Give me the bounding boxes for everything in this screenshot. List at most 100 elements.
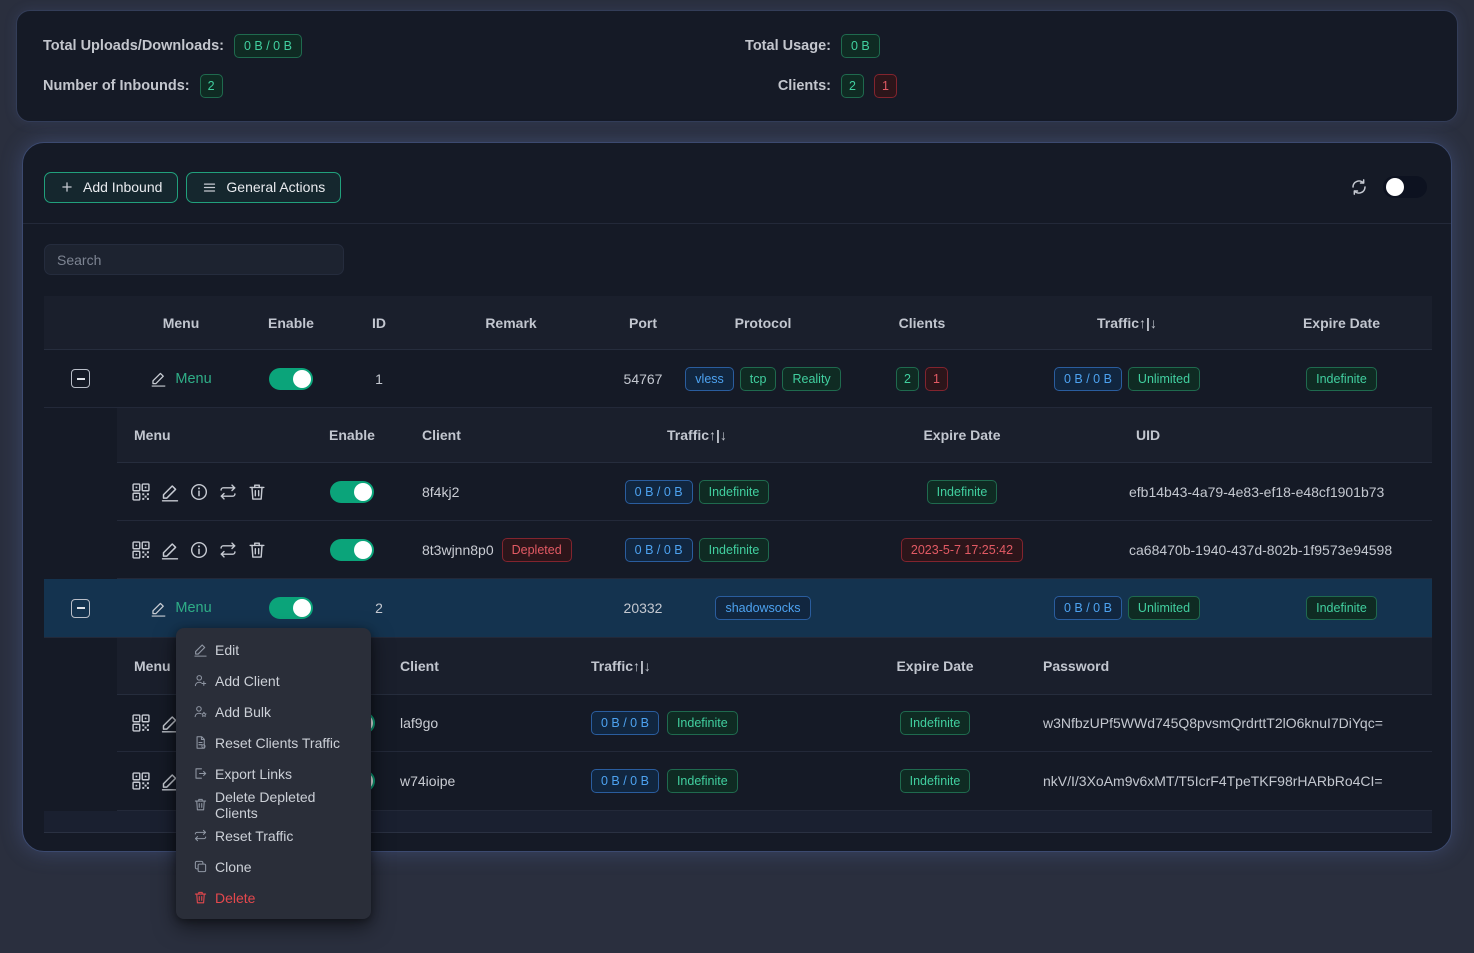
qr-code-icon[interactable] bbox=[131, 713, 151, 733]
traffic-limit-badge: Indefinite bbox=[699, 480, 770, 504]
traffic-badge: 0 B / 0 B bbox=[591, 769, 659, 793]
inbound-id: 1 bbox=[337, 371, 421, 387]
inbound-menu-button[interactable]: Menu bbox=[150, 370, 211, 387]
clients-table-header: Menu Enable Client Traffic↑|↓ Expire Dat… bbox=[117, 408, 1432, 463]
menu-item-delete-depleted-clients[interactable]: Delete Depleted Clients bbox=[176, 789, 371, 820]
expire-badge: Indefinite bbox=[900, 711, 971, 735]
qr-code-icon[interactable] bbox=[131, 771, 151, 791]
stat-number-of-inbounds: Number of Inbounds: 2 bbox=[43, 73, 703, 99]
inbound-row-1: Menu 1 54767 vless tcp Reality 2 1 0 B /… bbox=[44, 350, 1432, 408]
depleted-badge: Depleted bbox=[502, 538, 572, 562]
stat-total-uploads-downloads-label: Total Uploads/Downloads: bbox=[43, 38, 224, 54]
client-enable-toggle[interactable] bbox=[330, 481, 374, 503]
reset-traffic-icon bbox=[193, 828, 208, 843]
inbound-enable-toggle[interactable] bbox=[269, 597, 313, 619]
menu-item-reset-traffic[interactable]: Reset Traffic bbox=[176, 820, 371, 851]
qr-code-icon[interactable] bbox=[131, 482, 151, 502]
info-icon[interactable] bbox=[189, 540, 209, 560]
menu-item-add-client[interactable]: Add Client bbox=[176, 665, 371, 696]
traffic-limit-badge: Unlimited bbox=[1128, 596, 1200, 620]
expire-badge: 2023-5-7 17:25:42 bbox=[901, 538, 1023, 562]
stat-clients-depleted-count: 1 bbox=[874, 74, 897, 98]
traffic-badge: 0 B / 0 B bbox=[625, 480, 693, 504]
header-expire-date: Expire Date bbox=[817, 427, 1107, 443]
stat-total-usage-label: Total Usage: bbox=[743, 38, 831, 54]
header-menu: Menu bbox=[117, 427, 307, 443]
inbounds-panel: Add Inbound General Actions Menu Enable … bbox=[22, 142, 1452, 852]
traffic-badge: 0 B / 0 B bbox=[625, 538, 693, 562]
menu-item-delete[interactable]: Delete bbox=[176, 882, 371, 913]
edit-pencil-icon bbox=[150, 370, 167, 387]
header-protocol: Protocol bbox=[685, 315, 841, 331]
header-enable: Enable bbox=[245, 315, 337, 331]
client-uid: efb14b43-4a79-4e83-ef18-e48cf1901b73 bbox=[1107, 484, 1432, 500]
add-inbound-button[interactable]: Add Inbound bbox=[44, 172, 178, 203]
edit-pencil-icon bbox=[150, 600, 167, 617]
qr-code-icon[interactable] bbox=[131, 540, 151, 560]
expire-badge: Indefinite bbox=[927, 480, 998, 504]
stat-total-usage: Total Usage: 0 B bbox=[703, 33, 1431, 59]
toolbar: Add Inbound General Actions bbox=[44, 171, 1427, 203]
menu-item-reset-clients-traffic[interactable]: Reset Clients Traffic bbox=[176, 727, 371, 758]
header-port: Port bbox=[601, 315, 685, 331]
menu-item-edit[interactable]: Edit bbox=[176, 634, 371, 665]
inbound-port: 54767 bbox=[601, 371, 685, 387]
reset-traffic-icon[interactable] bbox=[218, 482, 238, 502]
delete-client-icon[interactable] bbox=[247, 540, 267, 560]
stat-clients-active-count: 2 bbox=[841, 74, 864, 98]
refresh-icon[interactable] bbox=[1349, 177, 1369, 197]
protocol-tag: vless bbox=[685, 367, 733, 391]
header-traffic-sort[interactable]: Traffic↑|↓ bbox=[577, 427, 817, 443]
menu-item-clone[interactable]: Clone bbox=[176, 851, 371, 882]
client-enable-toggle[interactable] bbox=[330, 539, 374, 561]
protocol-tag: shadowsocks bbox=[715, 596, 810, 620]
edit-pencil-icon[interactable] bbox=[160, 482, 180, 502]
menu-item-export-links[interactable]: Export Links bbox=[176, 758, 371, 789]
client-name: laf9go bbox=[400, 715, 438, 731]
header-clients: Clients bbox=[841, 315, 1003, 331]
auto-refresh-toggle[interactable] bbox=[1383, 176, 1427, 198]
search-input[interactable] bbox=[44, 244, 344, 275]
client-uid: ca68470b-1940-437d-802b-1f9573e94598 bbox=[1107, 542, 1432, 558]
traffic-limit-badge: Indefinite bbox=[667, 769, 738, 793]
header-traffic-sort[interactable]: Traffic↑|↓ bbox=[1003, 315, 1251, 331]
header-client: Client bbox=[397, 427, 577, 443]
traffic-badge: 0 B / 0 B bbox=[591, 711, 659, 735]
header-client: Client bbox=[398, 658, 589, 674]
traffic-limit-badge: Unlimited bbox=[1128, 367, 1200, 391]
expire-badge: Indefinite bbox=[900, 769, 971, 793]
traffic-badge: 0 B / 0 B bbox=[1054, 367, 1122, 391]
general-actions-button[interactable]: General Actions bbox=[186, 172, 341, 203]
client-row: 8t3wjnn8p0 Depleted 0 B / 0 B Indefinite… bbox=[117, 521, 1432, 579]
inbound-enable-toggle[interactable] bbox=[269, 368, 313, 390]
clients-active-badge: 2 bbox=[896, 367, 919, 391]
delete-trash-icon bbox=[193, 890, 208, 905]
add-bulk-users-icon bbox=[193, 704, 208, 719]
reset-traffic-icon[interactable] bbox=[218, 540, 238, 560]
stat-total-uploads-downloads-value: 0 B / 0 B bbox=[234, 34, 302, 58]
info-icon[interactable] bbox=[189, 482, 209, 502]
header-expire-date: Expire Date bbox=[1251, 315, 1432, 331]
inbound-port: 20332 bbox=[601, 600, 685, 616]
traffic-badge: 0 B / 0 B bbox=[1054, 596, 1122, 620]
header-expire-date: Expire Date bbox=[829, 658, 1041, 674]
delete-client-icon[interactable] bbox=[247, 482, 267, 502]
menu-item-add-bulk[interactable]: Add Bulk bbox=[176, 696, 371, 727]
stat-clients: Clients: 2 1 bbox=[703, 73, 1431, 99]
plus-icon bbox=[60, 180, 74, 194]
stat-total-uploads-downloads: Total Uploads/Downloads: 0 B / 0 B bbox=[43, 33, 703, 59]
collapse-row-button[interactable] bbox=[71, 599, 90, 618]
header-remark: Remark bbox=[421, 315, 601, 331]
collapse-row-button[interactable] bbox=[71, 369, 90, 388]
edit-pencil-icon[interactable] bbox=[160, 540, 180, 560]
inbound1-clients-table: Menu Enable Client Traffic↑|↓ Expire Dat… bbox=[117, 408, 1432, 579]
trash-icon bbox=[193, 797, 208, 812]
network-tag: tcp bbox=[740, 367, 777, 391]
hamburger-icon bbox=[202, 180, 217, 195]
add-user-icon bbox=[193, 673, 208, 688]
stat-number-of-inbounds-label: Number of Inbounds: bbox=[43, 78, 190, 94]
header-traffic-sort[interactable]: Traffic↑|↓ bbox=[589, 658, 829, 674]
inbound-menu-button[interactable]: Menu bbox=[150, 600, 211, 617]
client-name: 8f4kj2 bbox=[422, 484, 459, 500]
client-row: 8f4kj2 0 B / 0 B Indefinite Indefinite e… bbox=[117, 463, 1432, 521]
